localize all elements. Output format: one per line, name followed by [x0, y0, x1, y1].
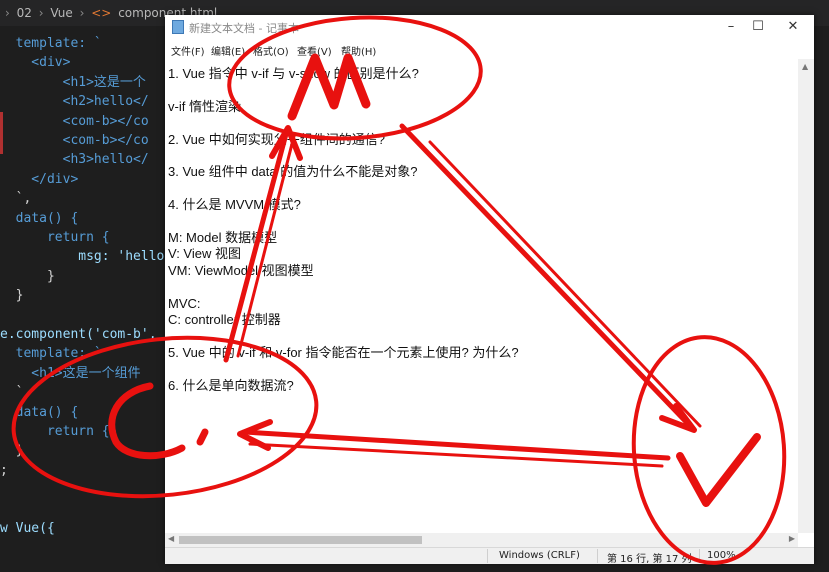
code-line: data() {	[0, 210, 79, 226]
horizontal-scrollbar[interactable]: ◀ ▶	[165, 533, 798, 547]
code-line: e.component('com-b',	[0, 327, 157, 342]
scrollbar-thumb[interactable]	[179, 536, 422, 544]
code-line: </div>	[0, 171, 79, 187]
status-divider	[597, 549, 598, 563]
scroll-up-icon[interactable]: ▲	[802, 62, 808, 71]
text-line: MVC:	[168, 295, 201, 311]
text-line: M: Model 数据模型	[168, 230, 278, 245]
breadcrumb-folder[interactable]: 02	[17, 6, 32, 20]
text-line: v-if 惰性渲染	[168, 98, 241, 114]
text-line: C: controller 控制器	[168, 312, 281, 327]
text-line: 5. Vue 中的 v-if 和 v-for 指令能否在一个元素上使用? 为什么…	[168, 344, 519, 360]
menu-format[interactable]: 格式(O)	[253, 43, 289, 58]
code-line: template: `	[0, 346, 102, 362]
vertical-scrollbar[interactable]: ▲	[798, 59, 814, 533]
status-cursor-position: 第 16 行, 第 17 列	[607, 554, 692, 565]
code-line: <h3>hello</	[0, 152, 149, 168]
title-bar: 新建文本文档 - 记事本 – ☐ ✕	[165, 15, 814, 39]
menu-edit[interactable]: 编辑(E)	[211, 43, 245, 58]
code-line: <com-b></co	[0, 133, 149, 148]
menu-view[interactable]: 查看(V)	[297, 43, 332, 58]
chevron-right-icon: ›	[5, 6, 10, 20]
menu-help[interactable]: 帮助(H)	[341, 43, 376, 58]
code-line: }	[0, 268, 55, 284]
text-line: VM: ViewModel 视图模型	[168, 262, 314, 278]
status-divider	[699, 549, 700, 563]
code-line: data() {	[0, 404, 79, 420]
text-line: V: View 视图	[168, 246, 241, 262]
status-divider	[487, 549, 488, 563]
code-line: <h2>hello</	[0, 94, 149, 110]
code-line: return {	[0, 230, 110, 245]
code-line: }	[0, 288, 24, 304]
notepad-app-icon	[172, 20, 184, 34]
text-line: 6. 什么是单向数据流?	[168, 377, 294, 393]
code-area[interactable]: template: ` <div> <h1>这是一个 <h2>hello</ <…	[0, 34, 170, 572]
maximize-button[interactable]: ☐	[746, 17, 770, 37]
code-line: <h1>这是一个	[0, 74, 146, 90]
code-line: template: `	[0, 36, 102, 51]
status-zoom: 100%	[707, 550, 736, 561]
code-line: w Vue({	[0, 521, 55, 536]
menu-bar: 文件(F) 编辑(E) 格式(O) 查看(V) 帮助(H)	[165, 39, 814, 59]
html-file-icon: <>	[91, 6, 112, 20]
code-line: return {}	[0, 424, 118, 439]
code-line: msg: 'hello	[0, 249, 165, 265]
breadcrumb-section[interactable]: Vue	[50, 6, 72, 20]
code-line: <div>	[0, 55, 71, 71]
status-encoding: Windows (CRLF)	[499, 550, 580, 561]
status-bar: Windows (CRLF) 第 16 行, 第 17 列 100%	[165, 547, 814, 565]
code-line: <h1>这是一个组件	[0, 365, 141, 381]
minimize-button[interactable]: –	[719, 17, 743, 37]
code-line: }	[0, 443, 24, 459]
text-editing-area[interactable]: 1. Vue 指令中 v-if 与 v-show 的区别是什么? v-if 惰性渲…	[165, 59, 798, 533]
code-line: `,	[0, 191, 32, 207]
text-line: 4. 什么是 MVVM 模式?	[168, 197, 301, 213]
code-line: ;	[0, 462, 8, 478]
chevron-right-icon: ›	[79, 6, 85, 20]
scroll-left-icon[interactable]: ◀	[168, 534, 174, 543]
scroll-right-icon[interactable]: ▶	[789, 534, 795, 543]
chevron-right-icon: ›	[38, 6, 44, 20]
text-line: 3. Vue 组件中 data 的值为什么不能是对象?	[168, 164, 418, 180]
code-line: `,	[0, 385, 32, 401]
code-line: <com-b></co	[0, 113, 149, 129]
close-button[interactable]: ✕	[781, 17, 805, 37]
window-title: 新建文本文档 - 记事本	[189, 22, 299, 35]
text-line: 1. Vue 指令中 v-if 与 v-show 的区别是什么?	[168, 66, 419, 81]
text-line: 2. Vue 中如何实现父子组件间的通信?	[168, 131, 385, 147]
notepad-window: 新建文本文档 - 记事本 – ☐ ✕ 文件(F) 编辑(E) 格式(O) 查看(…	[165, 15, 814, 565]
menu-file[interactable]: 文件(F)	[171, 43, 205, 58]
